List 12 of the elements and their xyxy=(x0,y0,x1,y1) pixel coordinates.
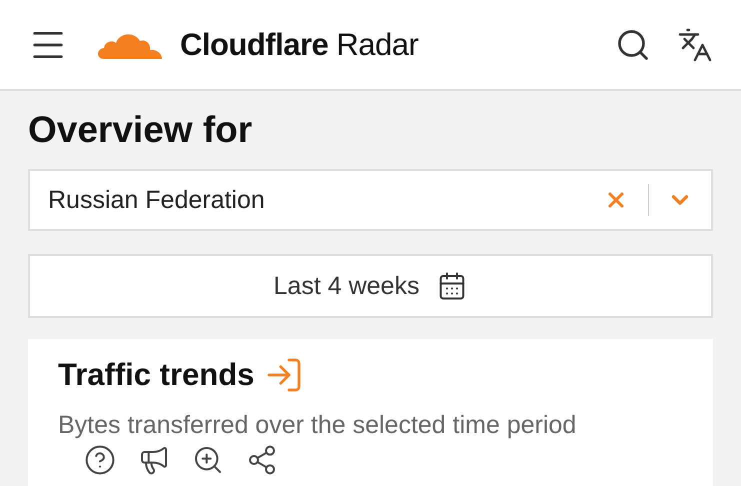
magnifier-icon[interactable] xyxy=(192,444,224,476)
card-subtitle: Bytes transferred over the selected time period xyxy=(58,411,578,440)
date-range-button[interactable]: Last 4 weeks xyxy=(28,254,713,318)
location-select[interactable]: Russian Federation xyxy=(28,169,713,231)
brand-name: Cloudflare Radar xyxy=(180,26,418,62)
megaphone-icon[interactable] xyxy=(138,444,170,476)
card-title: Traffic trends xyxy=(58,357,254,393)
calendar-icon xyxy=(437,271,468,301)
help-icon[interactable] xyxy=(84,444,116,476)
page-heading: Overview for xyxy=(28,109,254,151)
share-icon[interactable] xyxy=(246,444,278,476)
translate-icon[interactable] xyxy=(677,26,713,62)
